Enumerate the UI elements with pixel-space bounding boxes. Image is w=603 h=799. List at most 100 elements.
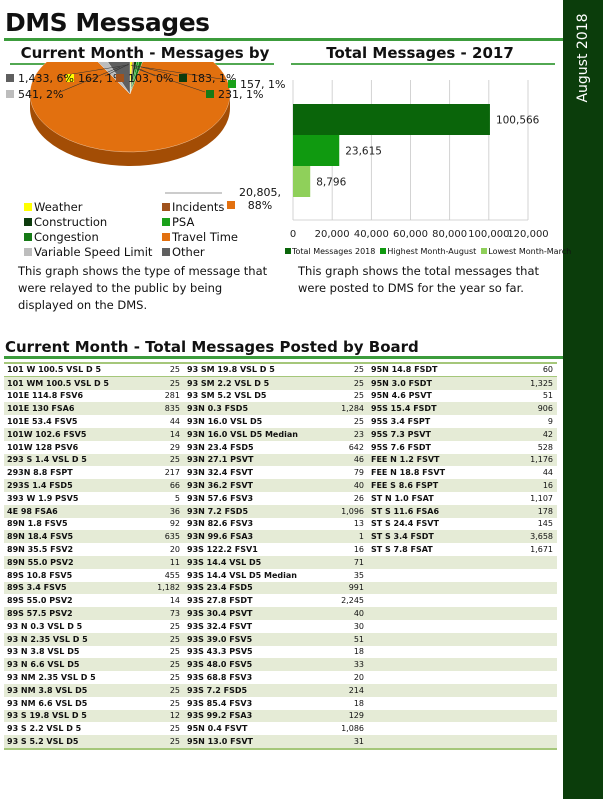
bar-data-label-lowest-month-march: 8,796 bbox=[316, 177, 346, 189]
table-row: 293 S 1.4 VSL D 5 25 93N 27.1 PSVT 46 FEE N … bbox=[4, 453, 557, 467]
legend-label: Weather bbox=[34, 200, 83, 214]
legend-swatch bbox=[24, 248, 32, 256]
message-count-cell: 25 bbox=[169, 634, 180, 644]
board-name-cell: 95N 14.8 FSDT bbox=[371, 365, 438, 375]
message-count-cell: 40 bbox=[353, 481, 364, 491]
message-count-cell: 5 bbox=[174, 493, 180, 503]
board-name-cell: 101 WM 100.5 VSL D 5 bbox=[7, 378, 109, 388]
message-count-cell: 9 bbox=[547, 417, 553, 427]
board-name-cell: 101W 128 PSV6 bbox=[7, 442, 79, 452]
message-count-cell: 1,284 bbox=[341, 404, 364, 414]
bar-legend-label: Highest Month-August bbox=[387, 247, 477, 256]
table-row: 89N 35.5 FSV2 20 93S 122.2 FSV1 16 ST S 7.8 … bbox=[4, 543, 557, 556]
legend-item-psa: PSA bbox=[162, 215, 194, 229]
bar-legend-label: Total Messages 2018 bbox=[292, 247, 376, 256]
title-divider bbox=[4, 38, 563, 41]
message-count-cell: 36 bbox=[169, 506, 180, 516]
board-name-cell: 95S 15.4 FSDT bbox=[371, 404, 437, 414]
legend-swatch bbox=[24, 203, 32, 211]
pie-data-label-other: 1,433, 6% bbox=[6, 72, 74, 85]
pie-label-swatch bbox=[228, 80, 236, 88]
board-name-cell: FEE N 1.2 FSVT bbox=[371, 455, 440, 465]
bar-legend-swatch bbox=[481, 248, 488, 254]
sidebar: August 2018 bbox=[563, 0, 603, 799]
pie-data-label-congestion: 231, 1% bbox=[206, 88, 263, 101]
board-name-cell: 93N 16.0 VSL D5 bbox=[187, 417, 263, 427]
message-count-cell: 25 bbox=[169, 698, 180, 708]
board-name-cell: 93N 0.3 FSD5 bbox=[187, 404, 249, 414]
bar-chart-title: Total Messages - 2017 bbox=[326, 44, 514, 62]
bar-legend-item-highest-month-august: Highest Month-August bbox=[380, 247, 476, 256]
message-count-cell: 25 bbox=[169, 621, 180, 631]
message-count-cell: 71 bbox=[353, 557, 364, 567]
message-count-cell: 281 bbox=[164, 391, 180, 401]
page-title: DMS Messages bbox=[5, 8, 210, 37]
table-row: 101W 128 PSV6 29 93N 23.4 FSD5 642 95S 7.6 F… bbox=[4, 441, 557, 454]
board-name-cell: 93S 85.4 FSV3 bbox=[187, 698, 253, 708]
legend-swatch bbox=[162, 248, 170, 256]
board-name-cell: 93N 82.6 FSV3 bbox=[187, 519, 254, 529]
board-name-cell: 93S 48.0 FSV5 bbox=[187, 660, 253, 670]
board-name-cell: 101W 102.6 FSV5 bbox=[7, 429, 87, 439]
pie-label-text: 231, 1% bbox=[218, 88, 264, 101]
board-name-cell: 93S 99.2 FSA3 bbox=[187, 711, 253, 721]
table-row: 89S 3.4 FSV5 1,182 93S 23.4 FSD5 991 bbox=[4, 581, 557, 595]
board-name-cell: 93 SM 5.2 VSL D5 bbox=[187, 391, 267, 401]
table-row: 4E 98 FSA6 36 93N 7.2 FSD5 1,096 ST S 11.6 F… bbox=[4, 504, 557, 518]
board-name-cell: 93S 32.4 FSVT bbox=[187, 621, 253, 631]
board-name-cell: 93N 23.4 FSD5 bbox=[187, 442, 254, 452]
pie-description: This graph shows the type of message tha… bbox=[18, 264, 268, 312]
pie-label-swatch bbox=[116, 74, 124, 82]
board-table: 101 W 100.5 VSL D 5 25 93 SM 19.8 VSL D 5 2… bbox=[4, 362, 557, 750]
x-tick-label: 40,000 bbox=[354, 229, 389, 240]
board-name-cell: 93 NM 6.6 VSL D5 bbox=[7, 698, 88, 708]
board-name-cell: 95S 3.4 FSPT bbox=[371, 417, 431, 427]
message-count-cell: 66 bbox=[169, 481, 180, 491]
message-count-cell: 23 bbox=[353, 429, 364, 439]
table-row: 93 NM 6.6 VSL D5 25 93S 85.4 FSV3 18 bbox=[4, 697, 557, 710]
board-name-cell: 89S 57.5 PSV2 bbox=[7, 609, 73, 619]
board-name-cell: 89N 18.4 FSV5 bbox=[7, 532, 74, 542]
board-name-cell: 293S 1.4 FSD5 bbox=[7, 481, 73, 491]
message-count-cell: 12 bbox=[169, 711, 180, 721]
message-count-cell: 25 bbox=[353, 391, 364, 401]
legend-swatch bbox=[162, 218, 170, 226]
pie-label-text: 1,433, 6% bbox=[18, 72, 74, 85]
message-count-cell: 18 bbox=[353, 647, 364, 657]
bar-legend-label: Lowest Month-March bbox=[488, 247, 572, 256]
message-count-cell: 44 bbox=[542, 468, 553, 478]
board-name-cell: 101 W 100.5 VSL D 5 bbox=[7, 365, 102, 375]
message-count-cell: 3,658 bbox=[530, 532, 553, 542]
board-name-cell: 95S 7.6 FSDT bbox=[371, 442, 431, 452]
pie-label-swatch bbox=[227, 201, 235, 209]
pie-data-label-weather: 162, 1% bbox=[66, 72, 123, 85]
bar-data-label-highest-month-august: 23,615 bbox=[345, 146, 382, 158]
message-count-cell: 29 bbox=[169, 442, 180, 452]
table-row: 101E 53.4 FSV5 44 93N 16.0 VSL D5 25 95S 3.4… bbox=[4, 415, 557, 428]
board-table-title: Current Month - Total Messages Posted by… bbox=[5, 338, 419, 356]
board-name-cell: 89N 1.8 FSV5 bbox=[7, 519, 68, 529]
legend-item-travel-time: Travel Time bbox=[162, 230, 238, 244]
board-name-cell: 93S 30.4 PSVT bbox=[187, 609, 253, 619]
table-row: 93 S 5.2 VSL D5 25 95N 13.0 FSVT 31 bbox=[4, 735, 557, 748]
x-tick-label: 0 bbox=[290, 229, 296, 240]
message-count-cell: 25 bbox=[169, 673, 180, 683]
pie-label-swatch bbox=[6, 90, 14, 98]
pie-label-swatch bbox=[6, 74, 14, 82]
message-count-cell: 18 bbox=[353, 698, 364, 708]
message-count-cell: 214 bbox=[348, 685, 364, 695]
legend-item-congestion: Congestion bbox=[24, 230, 99, 244]
board-name-cell: 95N 13.0 FSVT bbox=[187, 737, 254, 746]
board-name-cell: 93S 14.4 VSL D5 Median bbox=[187, 570, 297, 580]
message-count-cell: 25 bbox=[353, 417, 364, 427]
board-name-cell: ST S 3.4 FSDT bbox=[371, 532, 434, 542]
board-name-cell: 93S 43.3 PSV5 bbox=[187, 647, 253, 657]
message-count-cell: 25 bbox=[353, 365, 364, 375]
board-name-cell: 93S 27.8 FSDT bbox=[187, 596, 253, 606]
board-name-cell: 89N 55.0 PSV2 bbox=[7, 557, 74, 567]
message-count-cell: 1,671 bbox=[530, 545, 553, 555]
board-name-cell: 93 S 2.2 VSL D 5 bbox=[7, 724, 82, 734]
message-count-cell: 25 bbox=[169, 647, 180, 657]
legend-item-incidents: Incidents bbox=[162, 200, 224, 214]
legend-swatch bbox=[162, 233, 170, 241]
